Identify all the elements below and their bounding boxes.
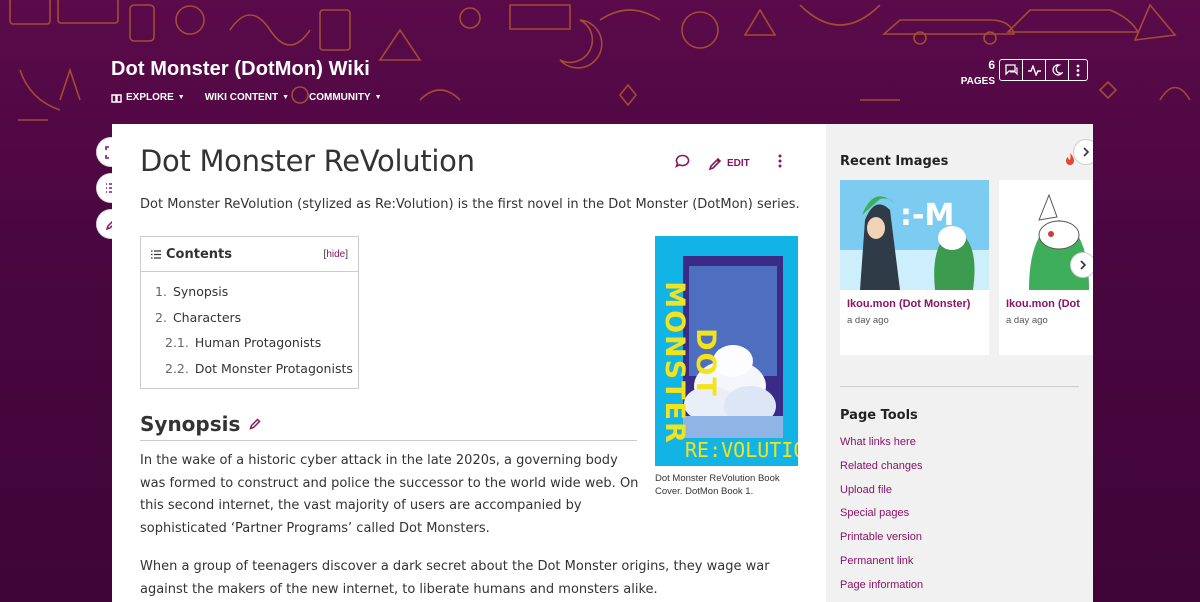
recent-images-carousel: :-M Ikou.mon (Dot Monster) a day ago Iko… [840, 180, 1093, 355]
toc-hide-toggle[interactable]: [hide] [324, 249, 348, 260]
toc-item-characters[interactable]: 2. Characters [155, 310, 358, 336]
toc-item-number: 1. [155, 284, 167, 299]
activity-icon[interactable] [1022, 59, 1046, 81]
nav-explore[interactable]: EXPLORE ▼ [111, 92, 185, 103]
right-rail: Recent Images :-M Ikou.mon (Dot Monster) [826, 124, 1093, 602]
page-tool-upload-file[interactable]: Upload file [840, 484, 923, 508]
recent-image-name: Ikou.mon (Dot [1006, 298, 1080, 310]
rail-collapse-button[interactable] [1074, 140, 1093, 164]
wiki-nav: EXPLORE ▼ WIKI CONTENT ▼ COMMUNITY ▼ [111, 92, 382, 103]
pages-count[interactable]: 6 PAGES [957, 59, 995, 89]
section-heading-synopsis: Synopsis [140, 412, 637, 441]
book-cover-image[interactable]: DOT MONSTER RE:VOLUTION [655, 236, 798, 466]
page-tool-special-pages[interactable]: Special pages [840, 507, 923, 531]
toc-item-label: Dot Monster Protagonists [194, 360, 353, 376]
header-tools [999, 59, 1088, 81]
recent-image-name: Ikou.mon (Dot Monster) [847, 298, 971, 310]
synopsis-paragraph-1: In the wake of a historic cyber attack i… [140, 453, 639, 536]
more-actions-icon[interactable] [778, 154, 782, 173]
nav-wiki-content[interactable]: WIKI CONTENT ▼ [205, 92, 289, 103]
page-tool-related-changes[interactable]: Related changes [840, 460, 923, 484]
recent-image-card[interactable]: :-M Ikou.mon (Dot Monster) a day ago [840, 180, 989, 355]
recent-image-thumbnail: :-M [840, 180, 989, 290]
chevron-down-icon: ▼ [374, 94, 382, 101]
list-icon [151, 249, 161, 259]
page-title: Dot Monster ReVolution [140, 144, 475, 178]
recent-image-time: a day ago [1006, 315, 1048, 326]
synopsis-paragraph-2: When a group of teenagers discover a dar… [140, 559, 770, 597]
compass-icon [111, 93, 122, 103]
nav-community[interactable]: COMMUNITY ▼ [309, 92, 382, 103]
carousel-next-button[interactable] [1071, 253, 1093, 277]
toc-item-number: 2.1. [165, 335, 189, 350]
chevron-right-icon [1080, 260, 1087, 270]
toc-item-human-protagonists[interactable]: 2.1. Human Protagonists [155, 335, 358, 361]
synopsis-heading-text: Synopsis [140, 412, 241, 436]
pages-count-label: PAGES [960, 76, 995, 87]
toc-hide-bracket-close: ] [345, 248, 348, 260]
figure-caption: Dot Monster ReVolution Book Cover. DotMo… [655, 473, 780, 497]
toc-item-number: 2.2. [165, 360, 189, 376]
toc-list: 1. Synopsis 2. Characters 2.1. Human Protag… [141, 272, 358, 386]
toc-item-number: 2. [155, 309, 167, 325]
nav-wiki-content-label: WIKI CONTENT [204, 92, 279, 103]
comment-icon[interactable] [675, 154, 690, 173]
cover-title: DOT MONSTER [659, 281, 721, 445]
toc-item-label: Human Protagonists [194, 335, 322, 350]
pages-count-number: 6 [988, 58, 995, 72]
recent-image-time: a day ago [847, 315, 889, 326]
recent-images-title: Recent Images [840, 154, 949, 169]
section-edit-icon[interactable] [249, 417, 261, 435]
discussion-icon[interactable] [999, 59, 1023, 81]
theme-moon-icon[interactable] [1045, 59, 1069, 81]
page-tool-permanent-link[interactable]: Permanent link [840, 555, 923, 579]
page-tool-what-links-here[interactable]: What links here [840, 436, 923, 460]
cover-subtitle: RE:VOLUTION [685, 438, 798, 462]
page-actions: EDIT [675, 154, 782, 173]
nav-explore-label: EXPLORE [126, 92, 174, 103]
toc-header: Contents [hide] [141, 237, 358, 272]
rail-divider [840, 386, 1079, 387]
chevron-down-icon: ▼ [282, 94, 289, 101]
page-tool-printable-version[interactable]: Printable version [840, 531, 923, 555]
wiki-title[interactable]: Dot Monster (DotMon) Wiki [111, 58, 370, 81]
edit-button[interactable]: EDIT [708, 157, 750, 171]
article: Dot Monster ReVolution EDIT Dot Monster … [112, 124, 826, 602]
toc-hide-label: hide [326, 248, 346, 260]
toc-title: Contents [166, 246, 232, 262]
book-cover-figure: DOT MONSTER RE:VOLUTION Dot Monster ReVo… [655, 236, 798, 498]
nav-community-label: COMMUNITY [309, 92, 371, 103]
toc-item-label: Synopsis [172, 284, 229, 299]
page-tool-page-information[interactable]: Page information [840, 579, 923, 602]
toc-item-label: Characters [172, 309, 242, 325]
intro-paragraph: Dot Monster ReVolution (stylized as Re:V… [140, 197, 800, 212]
edit-label: EDIT [727, 158, 750, 169]
more-icon[interactable] [1068, 59, 1088, 81]
toc-item-dot-monster-protagonists[interactable]: 2.2. Dot Monster Protagonists [155, 361, 358, 387]
chevron-down-icon: ▼ [177, 94, 185, 101]
table-of-contents: Contents [hide] 1. Synopsis 2. Characters … [140, 236, 359, 389]
chevron-right-icon [1083, 147, 1090, 157]
pencil-icon [708, 157, 722, 170]
toc-item-synopsis[interactable]: 1. Synopsis [155, 284, 358, 310]
page-tools-title: Page Tools [840, 408, 918, 423]
page-tools-list: What links here Related changes Upload f… [840, 436, 923, 602]
